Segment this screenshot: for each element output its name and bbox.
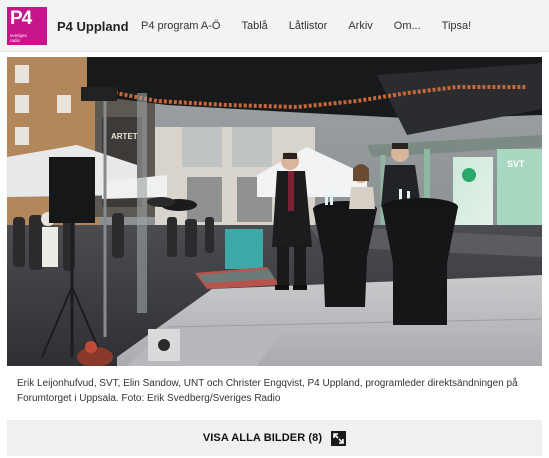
logo-mark: P4 [10,8,32,29]
nav-item-arkiv[interactable]: Arkiv [348,20,372,32]
p4-logo[interactable]: P4 sveriges radio [7,7,47,45]
expand-icon [331,430,347,446]
nav-item-tipsa[interactable]: Tipsa! [442,20,472,32]
nav-item-om[interactable]: Om... [394,20,421,32]
photo-caption: Erik Leijonhufvud, SVT, Elin Sandow, UNT… [17,378,518,404]
photo-scene: ARTET SVT [7,57,542,366]
show-all-images-label: VISA ALLA BILDER (8) [202,432,323,444]
channel-name-link[interactable]: P4 Uppland [57,19,129,34]
article-photo[interactable]: ARTET SVT [7,57,542,366]
logo-subtitle: sveriges radio [10,33,27,43]
banner-svt: SVT [507,159,525,169]
nav-item-latlistor[interactable]: Låtlistor [289,20,328,32]
nav-item-tabla[interactable]: Tablå [241,20,267,32]
nav-menu: P4 program A-Ö Tablå Låtlistor Arkiv Om.… [141,20,492,32]
show-all-images-button[interactable]: VISA ALLA BILDER (8) [7,420,542,456]
shop-sign: ARTET [111,132,138,141]
nav-item-program[interactable]: P4 program A-Ö [141,20,220,32]
top-navigation: P4 sveriges radio P4 Uppland P4 program … [0,0,549,52]
